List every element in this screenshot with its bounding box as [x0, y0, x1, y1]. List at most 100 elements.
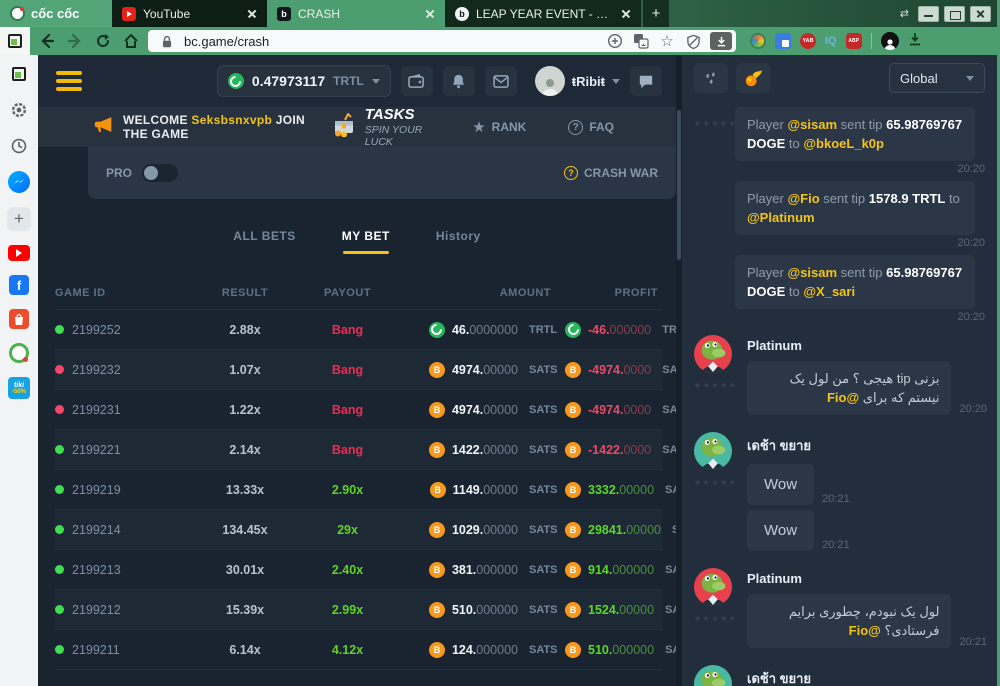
download-page-button[interactable] — [710, 32, 732, 50]
messages-mail-button[interactable] — [485, 66, 517, 96]
table-row: 2199214 134.45x 29x 1029.00000 SATS 2984… — [55, 510, 662, 550]
avatar[interactable] — [694, 335, 732, 373]
col-profit: PROFIT — [565, 287, 662, 299]
workspace-icon[interactable] — [8, 63, 30, 85]
tab-all-bets[interactable]: ALL BETS — [233, 229, 295, 254]
tab-history[interactable]: History — [436, 229, 481, 254]
profit-cell: 1524.00000 SATS — [565, 602, 676, 618]
bets-tabs: ALL BETS MY BET History — [38, 229, 676, 254]
chat-mention[interactable]: @X_sari — [803, 284, 855, 299]
coccoc-logo-icon — [10, 6, 25, 21]
close-window-button[interactable] — [970, 6, 991, 22]
coin-icon — [565, 602, 581, 618]
extension-iq-icon[interactable]: IQ — [825, 35, 837, 47]
col-result: RESULT — [200, 287, 290, 299]
fireball-button[interactable] — [736, 63, 770, 93]
zoom-page-icon[interactable] — [606, 32, 624, 50]
messenger-icon[interactable] — [8, 171, 30, 193]
coccoc-shortcut-icon[interactable] — [9, 343, 29, 363]
reload-button[interactable] — [92, 30, 114, 52]
tab-youtube[interactable]: YouTube — [112, 0, 267, 27]
close-tab-icon[interactable] — [423, 7, 437, 21]
user-account-menu[interactable]: ŧRibiŧ — [535, 66, 620, 96]
downloads-tray-icon[interactable] — [908, 32, 922, 51]
megaphone-icon — [93, 115, 115, 139]
chat-toggle-button[interactable] — [630, 66, 662, 96]
tiki-discount-badge: -50% — [12, 389, 26, 395]
amount-faded: 000000 — [476, 563, 518, 577]
chat-username[interactable]: เดช้า ขยาย — [747, 665, 987, 686]
bookmark-star-icon[interactable]: ☆ — [658, 32, 676, 50]
close-tab-icon[interactable] — [619, 7, 633, 21]
rank-link[interactable]: ★ RANK — [472, 118, 526, 136]
chat-message: ★★★★★ Platinum لول یک نبودم، چطوری برایم… — [694, 568, 987, 653]
chat-mention[interactable]: @Fio — [827, 390, 859, 405]
maximize-button[interactable] — [944, 6, 965, 22]
tiki-shortcut-icon[interactable]: tiki -50% — [8, 377, 30, 399]
welcome-username[interactable]: Seksbsnxvpb — [191, 113, 272, 127]
back-button[interactable] — [36, 30, 58, 52]
extension-yab-icon[interactable]: YAB — [800, 33, 816, 49]
user-stars: ★★★★★ — [694, 606, 737, 623]
extension-abp-icon[interactable]: ABP — [846, 33, 862, 49]
page-scrollbar[interactable] — [676, 55, 682, 686]
browser-logo[interactable]: cốc cốc — [0, 0, 112, 27]
balance-selector[interactable]: 0.47973117 TRTL — [217, 65, 391, 97]
crash-war-link[interactable]: ? CRASH WAR — [564, 166, 658, 180]
history-clock-icon[interactable] — [8, 135, 30, 157]
url-text[interactable]: bc.game/crash — [184, 34, 598, 49]
extension-wheel-icon[interactable] — [750, 33, 766, 49]
new-tab-button[interactable]: + — [643, 0, 669, 27]
chat-mention[interactable]: @bkoeL_k0p — [803, 136, 884, 151]
facebook-shortcut-icon[interactable]: f — [9, 275, 29, 295]
browser-profile-avatar[interactable] — [881, 32, 899, 50]
lock-icon[interactable] — [158, 32, 176, 50]
notifications-bell-button[interactable] — [443, 66, 475, 96]
shopee-shortcut-icon[interactable] — [9, 309, 29, 329]
tab-leap-year-event[interactable]: b LEAP YEAR EVENT - ☐Event - — [445, 0, 641, 27]
chat-mention[interactable]: @Fio — [849, 623, 881, 638]
chat-channel-select[interactable]: Global — [889, 63, 985, 93]
translate-page-icon[interactable] — [632, 32, 650, 50]
rank-label: RANK — [492, 120, 527, 134]
avatar[interactable] — [694, 568, 732, 606]
chat-username[interactable]: Platinum — [747, 335, 987, 353]
coin-icon — [565, 562, 581, 578]
amount-faded: 00000 — [483, 363, 518, 377]
status-dot-icon — [55, 565, 64, 574]
menu-hamburger-button[interactable] — [56, 71, 82, 91]
profit-main: 3332. — [588, 483, 619, 497]
chat-mention[interactable]: @sisam — [787, 265, 837, 280]
chat-username[interactable]: เดช้า ขยาย — [747, 432, 987, 456]
minimize-button[interactable] — [918, 6, 939, 22]
window-pin-icon[interactable]: ⇄ — [900, 7, 909, 20]
chat-mention[interactable]: @sisam — [787, 117, 837, 132]
timestamp: 20:20 — [735, 311, 987, 323]
add-shortcut-button[interactable]: + — [7, 207, 31, 231]
masked-browsing-button[interactable] — [0, 27, 30, 55]
coin-rain-button[interactable] — [694, 63, 728, 93]
pro-mode-toggle[interactable] — [142, 164, 178, 182]
chat-mention[interactable]: @Fio — [787, 191, 819, 206]
wallet-button[interactable] — [401, 66, 433, 96]
extension-translate-icon[interactable] — [775, 33, 791, 49]
avatar[interactable] — [694, 432, 732, 470]
youtube-shortcut-icon[interactable] — [8, 245, 30, 261]
tab-my-bet[interactable]: MY BET — [342, 229, 390, 254]
address-bar[interactable]: bc.game/crash ☆ — [148, 30, 736, 52]
adblock-shield-icon[interactable] — [684, 32, 702, 50]
scrollbar-thumb[interactable] — [677, 110, 681, 260]
forward-button[interactable] — [64, 30, 86, 52]
chat-username[interactable]: Platinum — [747, 568, 987, 586]
profit-cell: 3332.00000 SATS — [565, 482, 676, 498]
question-circle-icon: ? — [564, 166, 578, 180]
close-tab-icon[interactable] — [245, 7, 259, 21]
tab-crash-active[interactable]: b CRASH — [267, 0, 445, 27]
faq-link[interactable]: ? FAQ — [568, 120, 614, 135]
chat-mention[interactable]: @Platinum — [747, 210, 815, 225]
avatar[interactable] — [694, 665, 732, 686]
tasks-link[interactable]: TASKS SPIN YOUR LUCK — [331, 106, 428, 147]
message-text: to — [785, 284, 803, 299]
home-button[interactable] — [120, 30, 142, 52]
settings-gear-icon[interactable] — [8, 99, 30, 121]
